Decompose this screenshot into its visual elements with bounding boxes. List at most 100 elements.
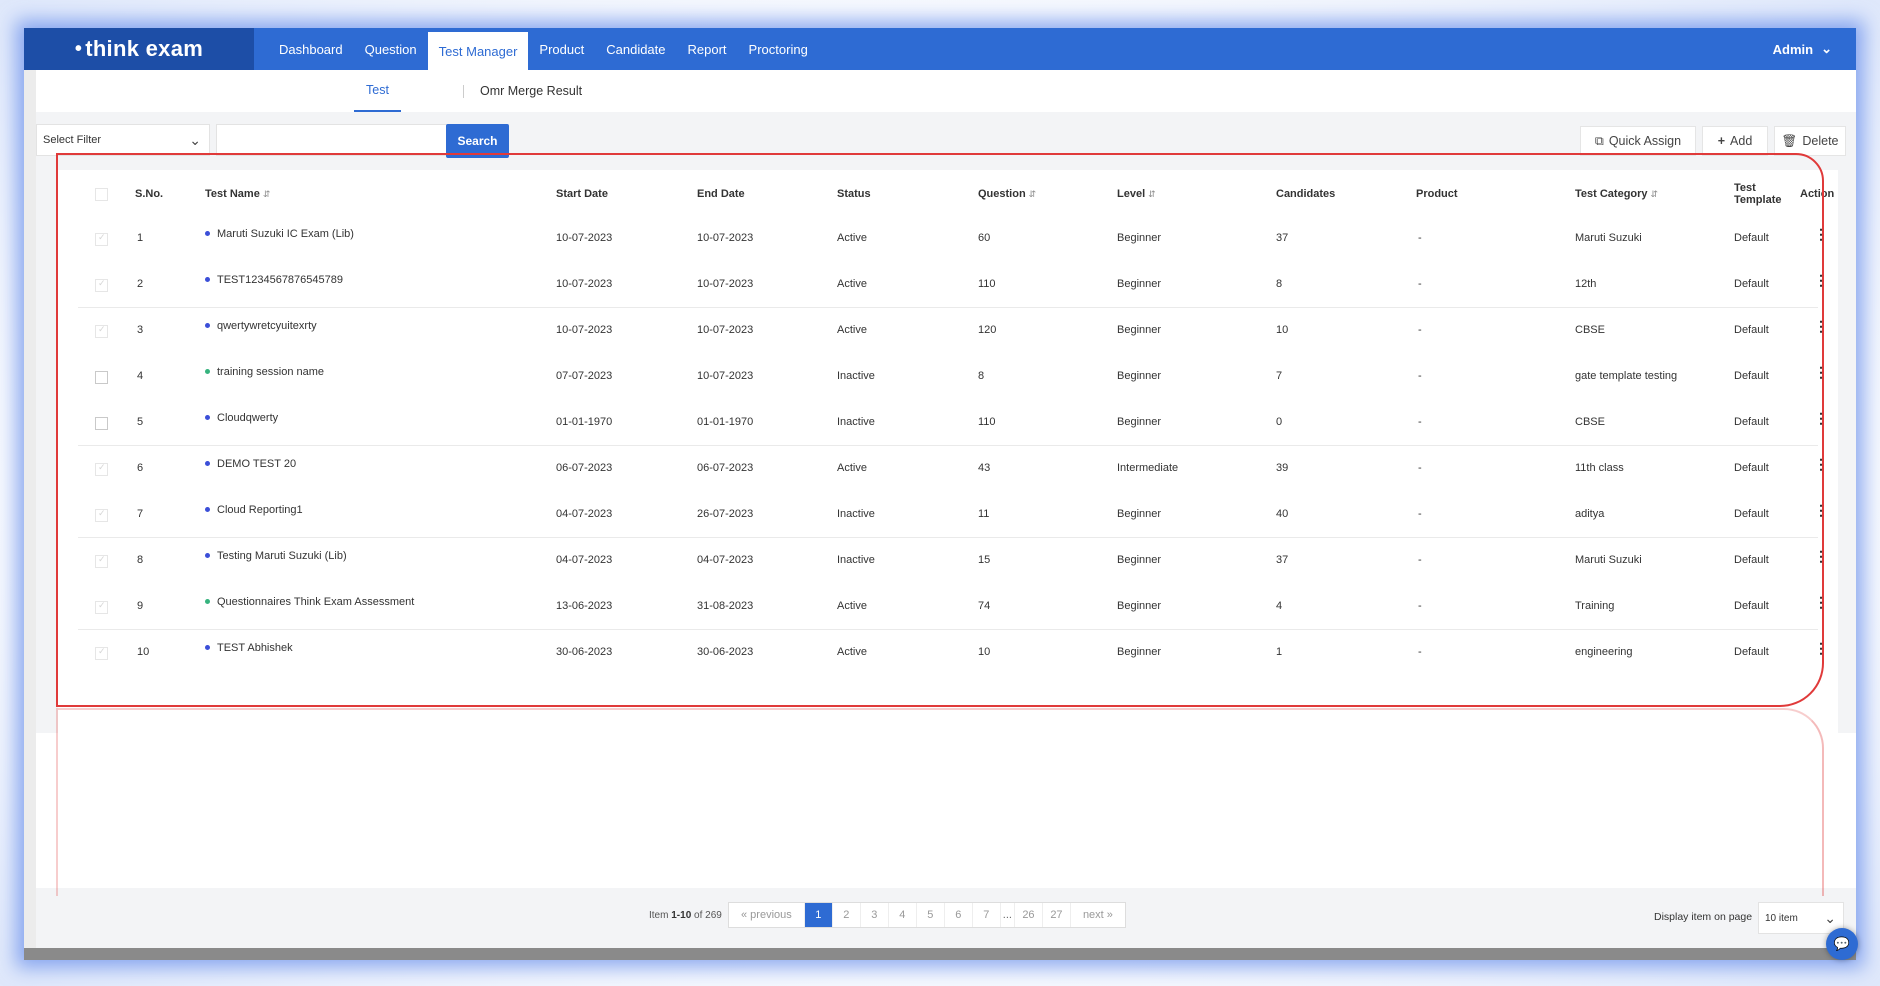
info-suffix: of 269 [694,910,722,921]
page-2[interactable]: 2 [833,903,861,927]
cell-name[interactable]: Questionnaires Think Exam Assessment [205,596,414,608]
tab-omr-merge-result[interactable]: Omr Merge Result [468,70,594,112]
cell-name[interactable]: DEMO TEST 20 [205,458,296,470]
page-26[interactable]: 26 [1015,903,1043,927]
row-actions-kebab-icon[interactable]: ⋮ [1814,364,1828,381]
row-actions-kebab-icon[interactable]: ⋮ [1814,226,1828,243]
header-test-category[interactable]: Test Category ⇵ [1575,188,1658,200]
main-nav: Dashboard Question Test Manager Product … [268,28,819,70]
cell-sno: 4 [137,370,144,382]
quick-assign-button[interactable]: ⧉ Quick Assign [1580,126,1696,156]
items-per-page-select[interactable]: 10 item ⌄ [1758,902,1844,934]
row-checkbox[interactable]: ✓ [95,508,108,522]
nav-product[interactable]: Product [528,28,595,70]
header-test-template: Test Template [1734,182,1782,206]
row-checkbox[interactable]: ✓ [95,646,108,660]
delete-button[interactable]: 🗑 Delete [1774,126,1846,156]
row-actions-kebab-icon[interactable]: ⋮ [1814,410,1828,427]
cell-name[interactable]: training session name [205,366,324,378]
nav-report[interactable]: Report [677,28,738,70]
nav-test-manager[interactable]: Test Manager [427,32,529,70]
cell-candidates: 37 [1276,232,1289,244]
next-page-button[interactable]: next » [1071,903,1125,927]
brand-logo[interactable]: • think exam [24,28,254,70]
table-row: ✓ 1 Maruti Suzuki IC Exam (Lib) 10-07-2023 1… [58,216,1838,262]
cell-end: 31-08-2023 [697,600,754,612]
logo-text: think exam [85,36,204,61]
row-actions-kebab-icon[interactable]: ⋮ [1814,272,1828,289]
chevron-down-icon: ⌄ [1821,41,1832,56]
check-icon: ✓ [98,278,106,288]
cell-question: 120 [978,324,997,336]
row-checkbox[interactable] [95,371,108,384]
page-3[interactable]: 3 [861,903,889,927]
cell-start: 07-07-2023 [556,370,613,382]
page-6[interactable]: 6 [945,903,973,927]
select-all-checkbox[interactable] [95,188,108,201]
previous-page-button[interactable]: « previous [729,903,805,927]
row-checkbox[interactable] [95,417,108,430]
cell-start: 10-07-2023 [556,278,613,290]
cell-end: 04-07-2023 [697,554,754,566]
row-actions-kebab-icon[interactable]: ⋮ [1814,502,1828,519]
row-actions-kebab-icon[interactable]: ⋮ [1814,594,1828,611]
add-button[interactable]: + Add [1702,126,1768,156]
quick-assign-label: Quick Assign [1608,134,1682,148]
cell-question: 15 [978,554,991,566]
cell-product: - [1418,600,1422,612]
page-5[interactable]: 5 [917,903,945,927]
cell-name[interactable]: qwertywretcyuitexrty [205,320,317,332]
check-icon: ✓ [98,508,106,518]
delete-label: Delete [1802,134,1839,148]
row-checkbox[interactable]: ✓ [95,462,108,476]
pagination: « previous 1 2 3 4 5 6 7 ... 26 27 next … [728,902,1126,928]
row-checkbox[interactable]: ✓ [95,324,108,338]
cell-name[interactable]: Cloudqwerty [205,412,278,424]
status-dot-icon [205,276,210,282]
check-icon: ✓ [98,324,106,334]
nav-candidate[interactable]: Candidate [595,28,676,70]
cell-question: 110 [978,416,996,428]
header-level[interactable]: Level ⇵ [1117,188,1156,200]
nav-dashboard[interactable]: Dashboard [268,28,354,70]
chat-support-button[interactable]: 💬 [1826,928,1858,960]
cell-start: 30-06-2023 [556,646,613,658]
cell-name[interactable]: TEST1234567876545789 [205,274,343,286]
status-dot-icon [205,506,210,512]
page-27[interactable]: 27 [1043,903,1071,927]
chat-icon: 💬 [1833,936,1851,951]
cell-name[interactable]: Maruti Suzuki IC Exam (Lib) [205,228,354,240]
header-product: Product [1416,188,1458,200]
search-button[interactable]: Search [446,124,509,158]
row-checkbox[interactable]: ✓ [95,232,108,246]
filter-select[interactable]: Select Filter ⌄ [36,124,210,156]
page-4[interactable]: 4 [889,903,917,927]
header-test-category-label: Test Category [1575,188,1648,200]
cell-name[interactable]: Testing Maruti Suzuki (Lib) [205,550,347,562]
row-actions-kebab-icon[interactable]: ⋮ [1814,456,1828,473]
cell-candidates: 37 [1276,554,1289,566]
user-menu[interactable]: Admin ⌄ [1773,28,1832,70]
search-input[interactable] [216,124,448,156]
row-actions-kebab-icon[interactable]: ⋮ [1814,548,1828,565]
tab-test[interactable]: Test [354,70,401,112]
row-checkbox[interactable]: ✓ [95,278,108,292]
top-navbar: • think exam Dashboard Question Test Man… [24,28,1856,70]
test-name-text: Questionnaires Think Exam Assessment [217,596,415,608]
page-7[interactable]: 7 [973,903,1001,927]
header-question[interactable]: Question ⇵ [978,188,1036,200]
row-checkbox[interactable]: ✓ [95,600,108,614]
status-dot-icon [205,598,210,604]
header-test-name[interactable]: Test Name ⇵ [205,188,270,200]
cell-candidates: 10 [1276,324,1289,336]
nav-proctoring[interactable]: Proctoring [738,28,819,70]
page-1[interactable]: 1 [804,903,833,927]
cell-name[interactable]: TEST Abhishek [205,642,293,654]
row-actions-kebab-icon[interactable]: ⋮ [1814,318,1828,335]
nav-question[interactable]: Question [354,28,428,70]
row-checkbox[interactable]: ✓ [95,554,108,568]
row-actions-kebab-icon[interactable]: ⋮ [1814,640,1828,657]
table-row: ✓ 3 qwertywretcyuitexrty 10-07-2023 10-07-20… [58,308,1838,354]
cell-name[interactable]: Cloud Reporting1 [205,504,303,516]
plus-icon: + [1717,134,1726,148]
